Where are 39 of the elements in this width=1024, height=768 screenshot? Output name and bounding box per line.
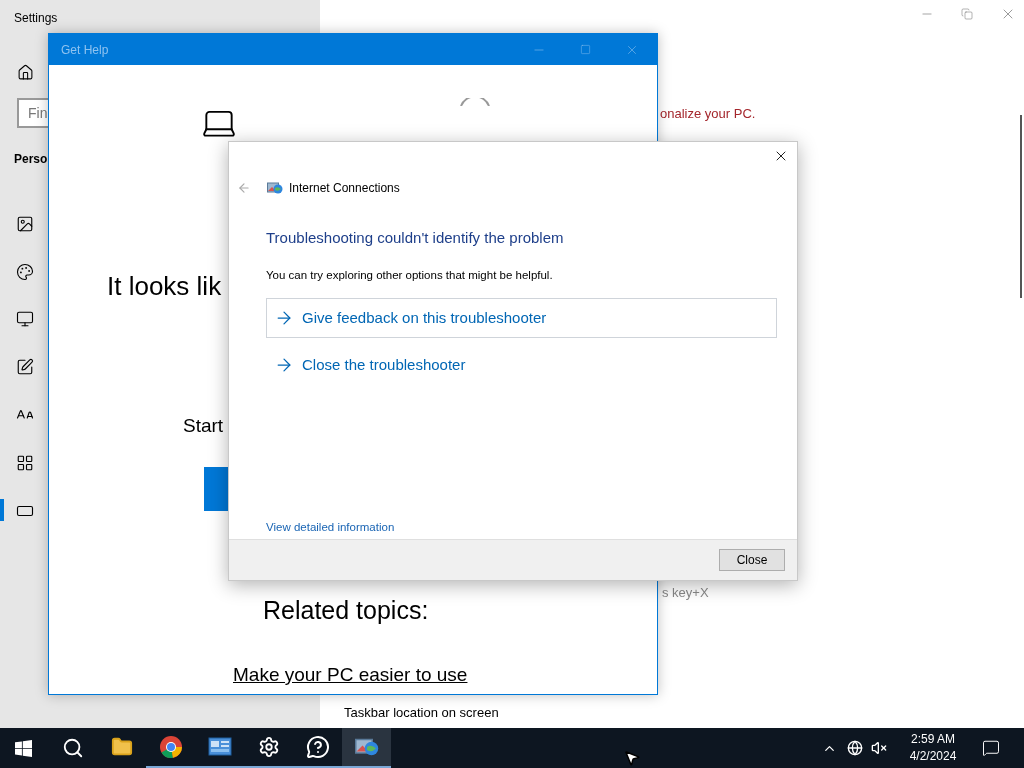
control-panel-icon <box>207 736 232 758</box>
pen-icon[interactable] <box>16 358 34 377</box>
details-link[interactable]: View detailed information <box>266 518 395 536</box>
window-title: Settings <box>14 10 58 27</box>
notice-text: onalize your PC. <box>660 105 756 123</box>
monitor-icon[interactable] <box>16 310 34 329</box>
windows-logo-icon[interactable] <box>15 739 32 757</box>
network-icon <box>267 180 283 196</box>
close-button[interactable]: Close <box>719 549 785 571</box>
dialog-heading: Troubleshooting couldn't identify the problem <box>266 228 565 248</box>
clock[interactable]: 2:59 AM 4/2/2024 <box>900 731 966 765</box>
globe-icon[interactable] <box>847 740 863 756</box>
palette-icon[interactable] <box>16 262 34 281</box>
muted-speaker-icon[interactable] <box>871 740 887 756</box>
shortcut-hint: s key+X <box>662 584 709 602</box>
help-chat-icon <box>305 735 330 759</box>
home-icon[interactable] <box>17 64 34 81</box>
grid-icon[interactable] <box>16 453 34 472</box>
prompt-text: Start <box>183 414 224 438</box>
dialog-title: Internet Connections <box>289 180 400 197</box>
browser-icon <box>158 735 183 759</box>
headline: It looks lik <box>107 270 222 303</box>
mouse-cursor-icon <box>623 749 641 767</box>
settings-icon <box>257 736 280 758</box>
search-icon[interactable] <box>62 737 84 759</box>
dialog-message: You can try exploring other options that might be helpful. <box>266 267 554 283</box>
setting-label: Taskbar location on screen <box>344 704 499 722</box>
related-heading: Related topics: <box>263 594 429 626</box>
option-link[interactable]: Close the troubleshooter <box>266 344 777 385</box>
taskbar-button[interactable] <box>342 728 391 768</box>
option-link[interactable]: Give feedback on this troubleshooter <box>266 297 777 338</box>
globe-icon <box>459 98 491 106</box>
help-link[interactable]: Make your PC easier to use <box>233 661 468 690</box>
window-title: Get Help <box>61 41 109 59</box>
section-heading: Perso <box>14 151 48 168</box>
folder-icon <box>110 736 133 758</box>
image-icon[interactable] <box>16 214 34 233</box>
search-field[interactable]: Fin <box>17 98 48 128</box>
notification-icon[interactable] <box>982 739 1000 757</box>
